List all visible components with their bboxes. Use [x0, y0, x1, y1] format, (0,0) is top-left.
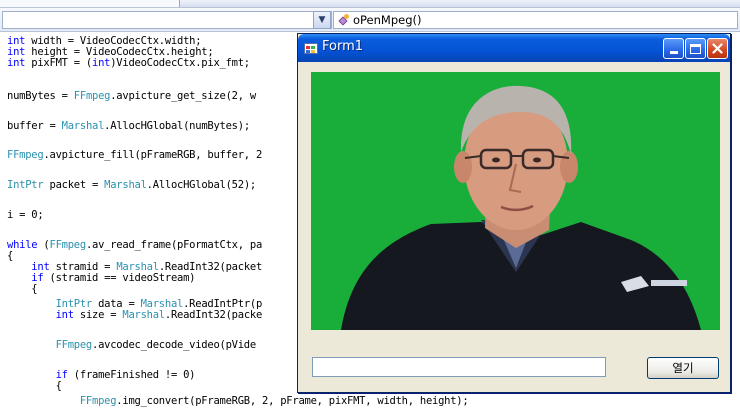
code-text: )VideoCodecCtx.pix_fmt; — [110, 57, 250, 69]
video-frame — [311, 72, 720, 330]
code-type: FFmpeg — [73, 90, 111, 102]
code-text: (frameFinished != 0) — [67, 369, 196, 381]
code-line[interactable]: { — [7, 284, 37, 295]
title-bar[interactable]: Form1 — [298, 34, 730, 62]
code-text: .av_read_frame(pFormatCtx, pa — [85, 239, 263, 251]
code-text: .avpicture_fill(pFrameRGB, buffer, 2 — [43, 149, 263, 161]
code-line[interactable]: int size = Marshal.ReadInt32(packe — [7, 309, 263, 321]
code-line[interactable]: { — [7, 381, 62, 392]
code-type: Marshal — [122, 309, 165, 321]
method-combo-value: oPenMpeg() — [353, 13, 422, 27]
code-type: Marshal — [104, 179, 147, 191]
code-type: FFmpeg — [79, 395, 117, 407]
code-line[interactable]: buffer = Marshal.AllocHGlobal(numBytes); — [7, 121, 250, 132]
method-icon — [338, 14, 350, 26]
code-text: size = — [73, 309, 123, 321]
code-line[interactable]: IntPtr packet = Marshal.AllocHGlobal(52)… — [7, 180, 256, 191]
code-text: numBytes = — [7, 90, 74, 102]
document-tab[interactable] — [0, 0, 180, 7]
code-text: .AllocHGlobal(52); — [146, 179, 257, 191]
code-text: { — [7, 283, 38, 295]
code-line[interactable]: FFmpeg.avpicture_fill(pFrameRGB, buffer,… — [7, 150, 262, 161]
minimize-icon — [669, 51, 678, 54]
code-line[interactable]: i = 0; — [7, 209, 44, 221]
form1-window: Form1 열기 — [297, 33, 731, 393]
type-combo[interactable] — [2, 11, 332, 29]
code-type: FFmpeg — [49, 239, 87, 251]
code-text: .ReadInt32(packe — [164, 309, 263, 321]
code-text: packet = — [43, 179, 105, 191]
chevron-down-icon[interactable]: ▼ — [313, 11, 331, 29]
code-text: .avcodec_decode_video(pVide — [92, 339, 256, 351]
code-keyword: int — [92, 57, 111, 69]
code-line[interactable]: numBytes = FFmpeg.avpicture_get_size(2, … — [7, 91, 256, 102]
code-line[interactable]: FFmpeg.img_convert(pFrameRGB, 2, pFrame,… — [7, 395, 469, 407]
video-picture-box — [311, 72, 720, 330]
code-line[interactable]: while (FFmpeg.av_read_frame(pFormatCtx, … — [7, 240, 262, 251]
code-text: { — [7, 380, 62, 392]
code-text: .avpicture_get_size(2, w — [110, 90, 256, 102]
maximize-button[interactable] — [685, 38, 706, 59]
maximize-icon — [690, 43, 701, 54]
code-text: .AllocHGlobal(numBytes); — [104, 120, 250, 132]
navigation-bar: ▼ oPenMpeg() — [0, 8, 740, 32]
code-text: .img_convert(pFrameRGB, 2, pFrame, pixFM… — [116, 395, 469, 407]
code-text: ( — [37, 239, 50, 251]
open-button[interactable]: 열기 — [647, 357, 719, 379]
minimize-button[interactable] — [663, 38, 684, 59]
method-combo[interactable]: oPenMpeg() — [333, 11, 738, 29]
close-button[interactable] — [707, 38, 728, 59]
code-line[interactable]: int pixFMT = (int)VideoCodecCtx.pix_fmt; — [7, 58, 250, 69]
path-input[interactable] — [312, 357, 606, 377]
code-text: buffer = — [7, 120, 62, 132]
code-type: FFmpeg — [7, 149, 44, 161]
code-line[interactable]: FFmpeg.avcodec_decode_video(pVide — [7, 339, 257, 351]
code-text: i = 0; — [7, 209, 44, 221]
close-icon — [712, 43, 723, 54]
toolbar-strip — [0, 0, 740, 8]
code-text: pixFMT = ( — [25, 57, 93, 69]
code-keyword: int — [55, 309, 74, 321]
app-window-icon — [304, 41, 318, 55]
code-type: IntPtr — [7, 179, 44, 191]
window-title: Form1 — [322, 39, 364, 54]
code-keyword: int — [7, 57, 26, 69]
code-type: FFmpeg — [55, 339, 93, 351]
code-text: (stramid == videoStream) — [43, 272, 196, 284]
code-type: Marshal — [61, 120, 105, 132]
